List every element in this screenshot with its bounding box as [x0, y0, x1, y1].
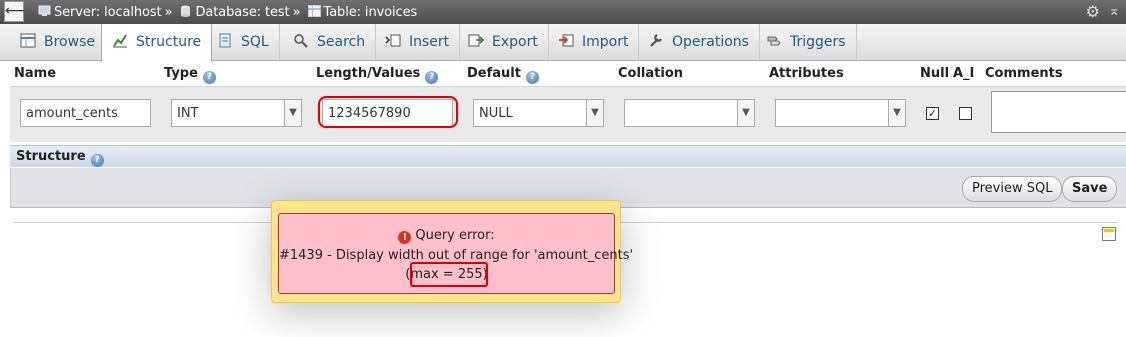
notes-icon[interactable]: [1102, 227, 1116, 241]
header-attributes-label: Attributes: [769, 66, 844, 81]
header-null-label: Null: [920, 66, 950, 81]
auto-increment-checkbox[interactable]: [959, 107, 972, 120]
tab-bar: Browse Structure SQL Search Insert Expor…: [0, 24, 1126, 62]
tab-structure[interactable]: Structure: [101, 24, 213, 62]
header-comments: Comments: [985, 66, 1063, 81]
tab-label: Import: [582, 34, 629, 50]
tab-label: Operations: [672, 34, 749, 50]
header-name-label: Name: [14, 66, 57, 81]
help-icon[interactable]: ?: [525, 71, 539, 84]
type-select-value: INT: [177, 106, 199, 121]
header-length-label: Length/Values: [316, 66, 421, 81]
breadcrumb-server[interactable]: Server: localhost: [54, 5, 162, 20]
breadcrumb-table[interactable]: Table: invoices: [324, 5, 418, 20]
preview-sql-button[interactable]: Preview SQL: [962, 176, 1063, 202]
tab-label: Structure: [136, 34, 202, 50]
header-type: Type?: [164, 66, 216, 84]
chevron-down-icon: ▼: [284, 100, 301, 126]
wrench-icon: [650, 34, 662, 47]
comments-textarea[interactable]: [991, 91, 1126, 133]
tab-label: Triggers: [790, 34, 846, 50]
browse-icon: [20, 33, 36, 48]
tab-import[interactable]: Import: [548, 24, 640, 61]
help-icon[interactable]: ?: [202, 71, 216, 84]
structure-section-bar: Structure?: [10, 145, 1126, 167]
error-title: ! Query error:: [279, 228, 614, 244]
tab-operations[interactable]: Operations: [638, 24, 760, 61]
header-comments-label: Comments: [985, 66, 1063, 81]
header-default-label: Default: [467, 66, 521, 81]
tab-sql[interactable]: SQL: [207, 24, 280, 61]
chevron-down-icon: ▼: [888, 100, 905, 126]
annotation-highlight-max: [410, 262, 488, 287]
tab-browse[interactable]: Browse: [10, 24, 106, 61]
tab-label: Browse: [44, 34, 95, 50]
gear-icon[interactable]: ⚙: [1086, 2, 1100, 21]
database-icon: [181, 5, 191, 17]
header-attributes: Attributes: [769, 66, 844, 81]
server-icon: [38, 5, 51, 16]
breadcrumb-database[interactable]: Database: test: [195, 5, 289, 20]
structure-label: Structure?: [16, 149, 104, 167]
chevron-down-icon: ▼: [737, 100, 754, 126]
insert-icon: [385, 34, 401, 47]
sql-icon: [219, 33, 231, 48]
header-default: Default?: [467, 66, 539, 84]
top-breadcrumb-bar: ⟵ Server: localhost» Database: test» Tab…: [0, 0, 1126, 24]
header-ai-label: A_I: [953, 66, 975, 81]
import-icon: [559, 34, 574, 47]
header-null: Null: [920, 66, 949, 81]
default-select[interactable]: NULL ▼: [473, 99, 604, 127]
tab-search[interactable]: Search: [283, 24, 377, 61]
collation-select[interactable]: ▼: [624, 99, 755, 127]
save-button[interactable]: Save: [1062, 176, 1118, 202]
tab-label: SQL: [241, 34, 269, 50]
attributes-select[interactable]: ▼: [775, 99, 906, 127]
header-name: Name: [14, 66, 56, 81]
error-title-text: Query error:: [415, 228, 495, 243]
triggers-icon: [767, 36, 781, 46]
collapse-icon[interactable]: ⌅: [1108, 3, 1120, 19]
type-select[interactable]: INT ▼: [171, 99, 302, 127]
header-collation: Collation: [618, 66, 683, 81]
header-ai: A_I: [953, 66, 974, 81]
column-name-input[interactable]: amount_cents: [20, 99, 151, 127]
structure-label-text: Structure: [16, 149, 86, 164]
search-icon: [294, 34, 308, 48]
breadcrumb-separator: »: [164, 5, 173, 20]
error-icon: !: [398, 231, 412, 244]
table-icon: [307, 5, 321, 17]
null-checkbox[interactable]: ✓: [926, 107, 939, 120]
default-select-value: NULL: [479, 106, 513, 121]
breadcrumb: Server: localhost» Database: test» Table…: [38, 5, 417, 20]
help-icon[interactable]: ?: [90, 154, 104, 167]
tab-label: Export: [492, 34, 538, 50]
breadcrumb-separator: »: [292, 5, 301, 20]
tab-triggers[interactable]: Triggers: [756, 24, 857, 61]
tab-label: Search: [317, 34, 366, 50]
header-collation-label: Collation: [618, 66, 684, 81]
error-message: #1439 - Display width out of range for '…: [279, 248, 634, 263]
error-popup: ! Query error: #1439 - Display width out …: [271, 200, 634, 303]
structure-icon: [113, 34, 127, 48]
back-button[interactable]: ⟵: [4, 1, 25, 22]
tab-insert[interactable]: Insert: [375, 24, 461, 61]
export-icon: [468, 34, 484, 47]
chevron-down-icon: ▼: [586, 100, 603, 126]
annotation-highlight-length: [318, 96, 458, 128]
tab-export[interactable]: Export: [458, 24, 549, 61]
help-icon[interactable]: ?: [425, 71, 439, 84]
header-type-label: Type: [164, 66, 198, 81]
tab-label: Insert: [409, 34, 450, 50]
header-length: Length/Values?: [316, 66, 439, 84]
